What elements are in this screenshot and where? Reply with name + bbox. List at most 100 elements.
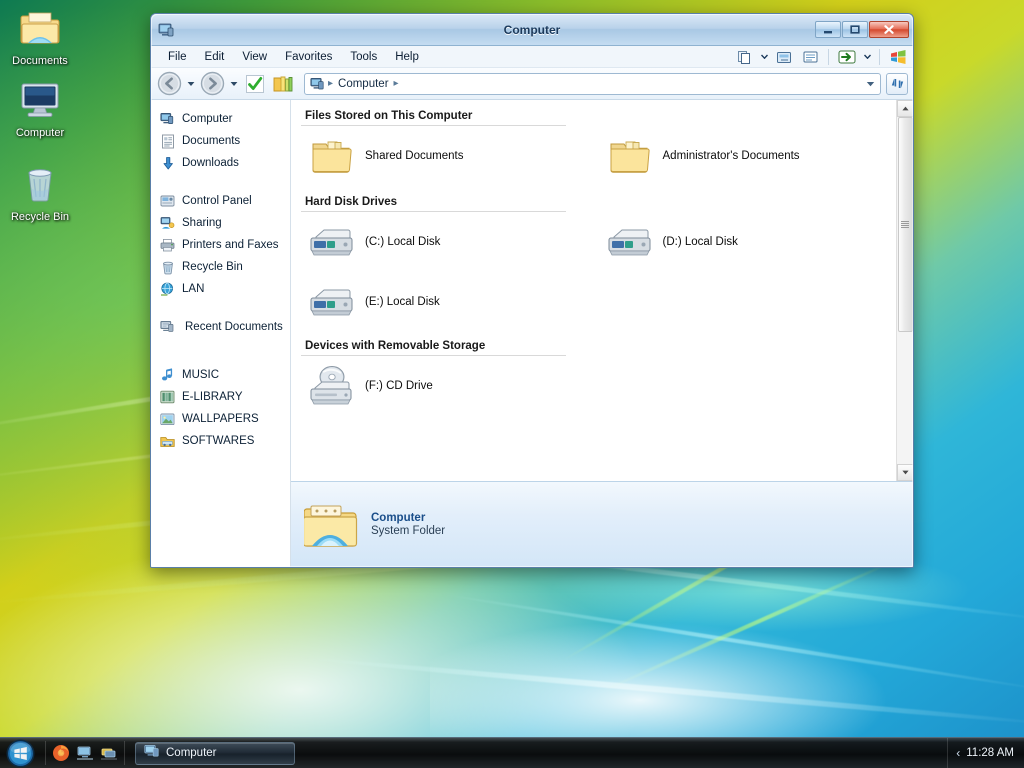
back-history-dropdown[interactable]: [184, 71, 197, 97]
forward-history-dropdown[interactable]: [227, 71, 240, 97]
divider: [828, 48, 829, 65]
menu-item-view[interactable]: View: [233, 49, 276, 65]
menu-bar[interactable]: File Edit View Favorites Tools Help: [151, 46, 913, 68]
desktop-icon-documents[interactable]: Documents: [0, 4, 80, 68]
list-item[interactable]: (C:) Local Disk: [301, 212, 599, 272]
breadcrumb-computer[interactable]: Computer: [334, 77, 393, 91]
computer-icon: [144, 744, 160, 762]
hard-drive-icon: [607, 219, 653, 265]
taskbar-button-label: Computer: [166, 747, 217, 759]
scrollbar-grip-icon: [901, 221, 909, 228]
minimize-button[interactable]: [815, 21, 841, 38]
menu-item-tools[interactable]: Tools: [341, 49, 386, 65]
sidebar-item-recycle-bin[interactable]: Recycle Bin: [151, 256, 290, 278]
sidebar-item-e-library[interactable]: E-LIBRARY: [151, 386, 290, 408]
list-item[interactable]: Administrator's Documents: [599, 126, 897, 186]
copy-to-icon[interactable]: [734, 47, 756, 67]
sidebar-item-control-panel[interactable]: Control Panel: [151, 190, 290, 212]
sidebar-item-documents[interactable]: Documents: [151, 130, 290, 152]
windows-logo-icon[interactable]: [887, 47, 909, 67]
breadcrumb-separator[interactable]: ▸: [393, 78, 400, 89]
sidebar-item-softwares[interactable]: SOFTWARES: [151, 430, 290, 452]
list-item[interactable]: (E:) Local Disk: [301, 272, 599, 332]
desktop-icon-computer[interactable]: Computer: [0, 76, 80, 140]
properties-icon[interactable]: [799, 47, 821, 67]
file-list-area[interactable]: Files Stored on This Computer Shared Doc…: [291, 100, 913, 481]
sidebar-item-label: Printers and Faxes: [182, 239, 279, 251]
scrollbar-thumb[interactable]: [897, 117, 913, 332]
sidebar-item-label: Computer: [182, 113, 233, 125]
folders-icon[interactable]: [270, 71, 296, 97]
network-icon: [159, 281, 176, 298]
documents-icon: [159, 133, 176, 150]
details-name: Computer: [371, 512, 426, 524]
details-text: Computer System Folder: [371, 512, 445, 537]
computer-folder-icon: [303, 499, 359, 551]
scrollbar-track[interactable]: [897, 117, 914, 464]
show-desktop-icon[interactable]: [74, 742, 96, 764]
chevron-left-icon[interactable]: ‹: [956, 747, 960, 759]
list-item[interactable]: Shared Documents: [301, 126, 599, 186]
vertical-scrollbar[interactable]: [896, 100, 913, 481]
cd-drive-icon: [309, 363, 355, 409]
sidebar-item-label: Downloads: [182, 157, 239, 169]
firefox-icon[interactable]: [50, 742, 72, 764]
clock[interactable]: 11:28 AM: [966, 747, 1014, 759]
breadcrumb-separator[interactable]: ▸: [327, 78, 334, 89]
group-header-files-stored: Files Stored on This Computer: [301, 108, 566, 126]
system-tray[interactable]: ‹ 11:28 AM: [947, 738, 1024, 768]
address-dropdown-icon[interactable]: [862, 74, 878, 94]
back-button[interactable]: [156, 71, 182, 97]
menu-item-favorites[interactable]: Favorites: [276, 49, 341, 65]
address-bar[interactable]: ▸ Computer ▸: [304, 72, 881, 95]
refresh-button[interactable]: [886, 72, 908, 95]
sidebar-item-wallpapers[interactable]: WALLPAPERS: [151, 408, 290, 430]
go-arrow-icon[interactable]: [836, 47, 858, 67]
sidebar-item-sharing[interactable]: Sharing: [151, 212, 290, 234]
menu-item-edit[interactable]: Edit: [196, 49, 234, 65]
sidebar-item-computer[interactable]: Computer: [151, 108, 290, 130]
sidebar-item-label: SOFTWARES: [182, 435, 255, 447]
sidebar-item-music[interactable]: MUSIC: [151, 364, 290, 386]
list-item[interactable]: (D:) Local Disk: [599, 212, 897, 272]
desktop-icon-recycle-bin[interactable]: Recycle Bin: [0, 160, 80, 224]
desktop-icon-label: Recycle Bin: [10, 211, 70, 223]
move-to-icon[interactable]: [773, 47, 795, 67]
forward-button[interactable]: [199, 71, 225, 97]
title-bar[interactable]: Computer: [151, 14, 913, 46]
taskbar[interactable]: Computer ‹ 11:28 AM: [0, 737, 1024, 768]
green-check-icon[interactable]: [242, 71, 268, 97]
aurora-streak: [599, 555, 903, 694]
printer-icon: [159, 237, 176, 254]
switch-windows-icon[interactable]: [98, 742, 120, 764]
file-list[interactable]: Files Stored on This Computer Shared Doc…: [291, 100, 896, 481]
explorer-window[interactable]: Computer File Edit View Favorites Tools …: [150, 13, 914, 568]
navigation-toolbar[interactable]: ▸ Computer ▸: [151, 68, 913, 100]
desktop-icon-label: Computer: [15, 127, 65, 139]
menu-item-file[interactable]: File: [159, 49, 196, 65]
sidebar-item-downloads[interactable]: Downloads: [151, 152, 290, 174]
content-pane: Files Stored on This Computer Shared Doc…: [291, 100, 913, 567]
close-button[interactable]: [869, 21, 909, 38]
sidebar-item-printers-and-faxes[interactable]: Printers and Faxes: [151, 234, 290, 256]
list-item[interactable]: (F:) CD Drive: [301, 356, 599, 416]
scroll-down-button[interactable]: [896, 464, 913, 481]
quick-launch-bar[interactable]: [45, 741, 125, 765]
divider: [879, 48, 880, 65]
navigation-pane[interactable]: Computer Documents Downloads Control Pan…: [151, 100, 291, 567]
start-button[interactable]: [5, 738, 35, 768]
sidebar-item-lan[interactable]: LAN: [151, 278, 290, 300]
sidebar-item-recent-documents[interactable]: Recent Documents: [151, 316, 290, 338]
taskbar-button-computer[interactable]: Computer: [135, 741, 295, 765]
scroll-up-button[interactable]: [896, 100, 913, 117]
maximize-button[interactable]: [842, 21, 868, 38]
desktop[interactable]: Documents Computer Recycle Bin Computer …: [0, 0, 1024, 768]
chevron-down-icon[interactable]: [760, 47, 769, 67]
aurora-streak: [299, 655, 1024, 728]
music-note-icon: [159, 367, 176, 384]
list-item-label: Administrator's Documents: [662, 150, 800, 162]
menu-item-help[interactable]: Help: [386, 49, 428, 65]
list-item-label: Shared Documents: [365, 150, 464, 162]
go-dropdown-caret-icon[interactable]: [862, 47, 872, 67]
